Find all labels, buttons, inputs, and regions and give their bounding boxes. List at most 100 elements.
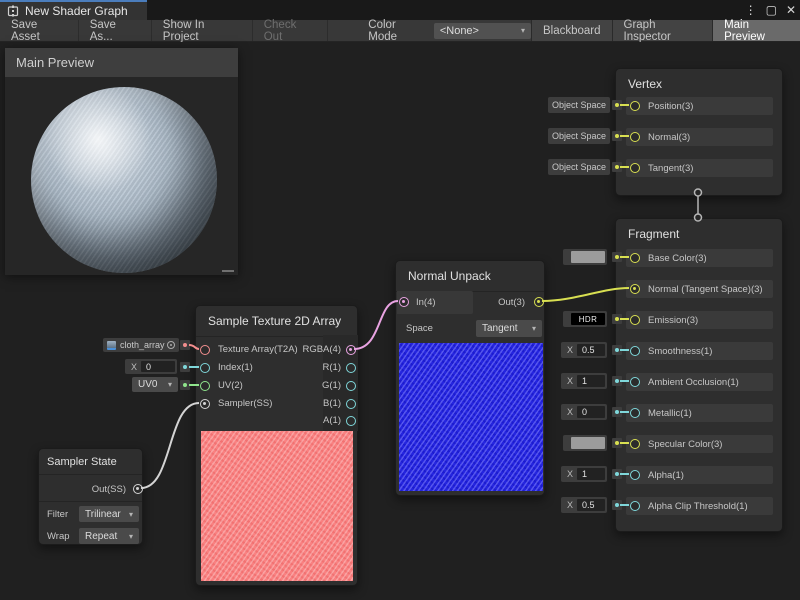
alpha-default-input[interactable]: X1 [561,466,607,482]
row-label: Alpha Clip Threshold(1) [648,501,748,512]
row-label: B(1) [323,398,341,409]
binding-dot [612,252,622,262]
binding-dot [612,376,622,386]
space-label: Space [406,323,433,334]
maximize-icon[interactable]: ▢ [766,3,777,17]
binding-dot [612,100,622,110]
port-b[interactable] [346,399,356,409]
value-field[interactable]: 1 [577,468,605,480]
close-icon[interactable]: ✕ [786,3,796,17]
node-title: Sample Texture 2D Array [196,306,357,337]
main-preview-header[interactable]: Main Preview [5,48,238,77]
binding-dot [612,500,622,510]
binding-dot [612,407,622,417]
value-field[interactable]: 1 [577,375,605,387]
check-out-button[interactable]: Check Out [253,20,329,41]
port-g[interactable] [346,381,356,391]
node-fragment[interactable]: Fragment Base Color(3) Normal (Tangent S… [615,218,783,532]
binding-dot [612,469,622,479]
row-label: Base Color(3) [648,253,707,264]
space-dropdown[interactable]: Tangent [476,320,542,337]
port-position[interactable] [630,101,640,111]
row-label: Position(3) [648,101,693,112]
color-swatch [571,437,605,449]
port-a[interactable] [346,416,356,426]
smoothness-default-input[interactable]: X0.5 [561,342,607,358]
value-field[interactable]: 0.5 [577,499,605,511]
show-in-project-button[interactable]: Show In Project [152,20,253,41]
port-index[interactable] [200,363,210,373]
save-as-button[interactable]: Save As... [79,20,152,41]
texture-array-property-chip[interactable]: cloth_array [103,338,179,352]
row-label: Specular Color(3) [648,439,722,450]
alpha-clip-default-input[interactable]: X0.5 [561,497,607,513]
ambient-occlusion-default-input[interactable]: X1 [561,373,607,389]
wrap-dropdown[interactable]: Repeat [79,528,139,544]
port-ambient-occlusion[interactable] [630,377,640,387]
main-preview-panel[interactable]: Main Preview [5,48,238,275]
node-normal-unpack[interactable]: Normal Unpack In(4) Out(3) Space Tangent [395,260,545,496]
node-vertex[interactable]: Vertex Position(3) Normal(3) Tangent(3) [615,68,783,196]
port-sampler[interactable] [200,399,210,409]
port-alpha[interactable] [630,470,640,480]
port-r[interactable] [346,363,356,373]
object-picker-icon[interactable] [167,341,175,349]
binding-dot [180,362,190,372]
menu-icon[interactable]: ⋮ [745,3,757,17]
row-label: G(1) [322,380,341,391]
node-sampler-state[interactable]: Sampler State Out(SS) Filter Trilinear W… [38,448,143,545]
port-alpha-clip-threshold[interactable] [630,501,640,511]
index-default-input[interactable]: X 0 [125,359,177,374]
wrap-label: Wrap [47,531,70,542]
graph-canvas[interactable]: Main Preview Vertex Position(3) Normal(3… [0,42,800,600]
blackboard-button[interactable]: Blackboard [531,20,612,41]
port-smoothness[interactable] [630,346,640,356]
tangent-space-binding[interactable]: Object Space [548,159,610,175]
hdr-color-field[interactable]: HDR [571,313,605,325]
uv-channel-dropdown[interactable]: UV0 [132,377,178,392]
row-label: Ambient Occlusion(1) [648,377,739,388]
specular-color-swatch[interactable] [563,435,607,451]
port-texture-array[interactable] [200,345,210,355]
port-normal[interactable] [630,132,640,142]
port-base-color[interactable] [630,253,640,263]
color-mode-dropdown[interactable]: <None> [434,23,531,39]
tab-title: New Shader Graph [25,4,128,18]
port-rgba[interactable] [346,345,356,355]
value-field[interactable]: 0 [141,361,175,372]
tab-new-shader-graph[interactable]: New Shader Graph [0,0,147,20]
port-in[interactable] [399,297,409,307]
normal-space-binding[interactable]: Object Space [548,128,610,144]
node-title: Vertex [616,69,782,97]
row-label: Emission(3) [648,315,698,326]
port-specular-color[interactable] [630,439,640,449]
row-label: Tangent(3) [648,163,693,174]
port-normal-tangent-space[interactable] [630,284,640,294]
save-asset-button[interactable]: Save Asset [0,20,79,41]
port-out-ss[interactable] [133,484,143,494]
port-emission[interactable] [630,315,640,325]
port-metallic[interactable] [630,408,640,418]
value-field[interactable]: 0 [577,406,605,418]
preview-resize-handle[interactable] [222,270,234,272]
row-label: UV(2) [218,380,243,391]
row-label: Texture Array(T2A) [218,344,298,355]
row-label: A(1) [323,415,341,426]
main-preview-button[interactable]: Main Preview [712,20,800,41]
port-out[interactable] [534,297,544,307]
row-label: In(4) [416,297,436,308]
filter-dropdown[interactable]: Trilinear [79,506,139,522]
position-space-binding[interactable]: Object Space [548,97,610,113]
port-tangent[interactable] [630,163,640,173]
metallic-default-input[interactable]: X0 [561,404,607,420]
value-field[interactable]: 0.5 [577,344,605,356]
row-label: Sampler(SS) [218,398,272,409]
graph-inspector-button[interactable]: Graph Inspector [612,20,713,41]
base-color-swatch[interactable] [563,249,607,265]
node-title: Sampler State [39,449,142,475]
emission-hdr-field[interactable]: HDR [563,311,607,327]
port-uv[interactable] [200,381,210,391]
binding-dot [612,131,622,141]
node-title: Fragment [616,219,782,247]
node-sample-texture-2d-array[interactable]: Sample Texture 2D Array Texture Array(T2… [195,305,358,586]
